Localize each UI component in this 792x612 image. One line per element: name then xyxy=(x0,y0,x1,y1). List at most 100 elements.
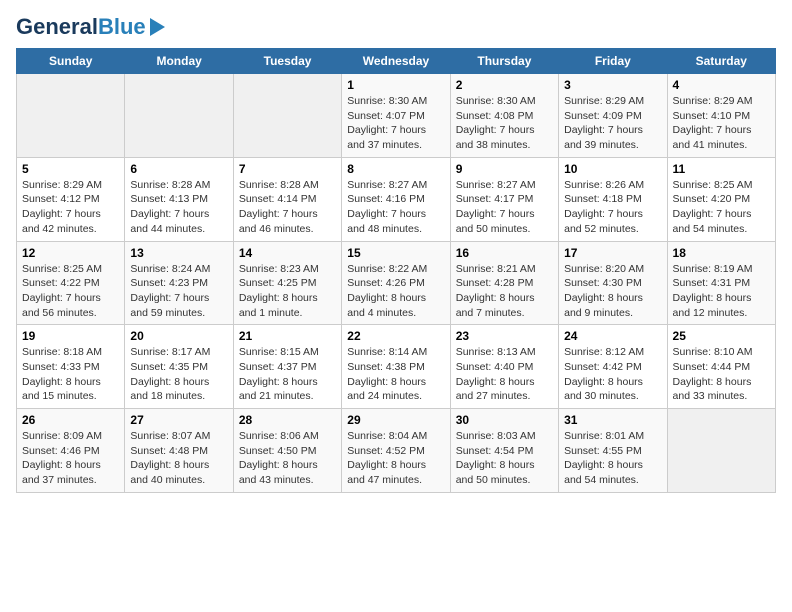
calendar-cell: 11 Sunrise: 8:25 AM Sunset: 4:20 PM Dayli… xyxy=(667,157,775,241)
day-info: Sunrise: 8:29 AM Sunset: 4:09 PM Dayligh… xyxy=(564,94,661,153)
day-number: 30 xyxy=(456,413,553,427)
day-info: Sunrise: 8:21 AM Sunset: 4:28 PM Dayligh… xyxy=(456,262,553,321)
day-info: Sunrise: 8:17 AM Sunset: 4:35 PM Dayligh… xyxy=(130,345,227,404)
day-number: 19 xyxy=(22,329,119,343)
calendar-cell xyxy=(17,74,125,158)
day-number: 21 xyxy=(239,329,336,343)
day-number: 29 xyxy=(347,413,444,427)
logo-arrow-icon xyxy=(150,18,165,36)
day-number: 12 xyxy=(22,246,119,260)
calendar-cell xyxy=(667,409,775,493)
logo: GeneralBlue xyxy=(16,16,165,38)
day-info: Sunrise: 8:28 AM Sunset: 4:14 PM Dayligh… xyxy=(239,178,336,237)
calendar-cell: 20 Sunrise: 8:17 AM Sunset: 4:35 PM Dayli… xyxy=(125,325,233,409)
day-info: Sunrise: 8:04 AM Sunset: 4:52 PM Dayligh… xyxy=(347,429,444,488)
day-info: Sunrise: 8:29 AM Sunset: 4:10 PM Dayligh… xyxy=(673,94,770,153)
day-info: Sunrise: 8:13 AM Sunset: 4:40 PM Dayligh… xyxy=(456,345,553,404)
calendar-cell: 13 Sunrise: 8:24 AM Sunset: 4:23 PM Dayli… xyxy=(125,241,233,325)
day-info: Sunrise: 8:06 AM Sunset: 4:50 PM Dayligh… xyxy=(239,429,336,488)
day-number: 20 xyxy=(130,329,227,343)
day-number: 8 xyxy=(347,162,444,176)
day-header-saturday: Saturday xyxy=(667,49,775,74)
day-number: 23 xyxy=(456,329,553,343)
day-number: 4 xyxy=(673,78,770,92)
day-header-wednesday: Wednesday xyxy=(342,49,450,74)
calendar-cell: 28 Sunrise: 8:06 AM Sunset: 4:50 PM Dayli… xyxy=(233,409,341,493)
day-info: Sunrise: 8:10 AM Sunset: 4:44 PM Dayligh… xyxy=(673,345,770,404)
calendar-cell: 9Sunrise: 8:27 AM Sunset: 4:17 PM Daylig… xyxy=(450,157,558,241)
day-number: 5 xyxy=(22,162,119,176)
day-info: Sunrise: 8:26 AM Sunset: 4:18 PM Dayligh… xyxy=(564,178,661,237)
day-number: 2 xyxy=(456,78,553,92)
calendar-week-row: 26 Sunrise: 8:09 AM Sunset: 4:46 PM Dayli… xyxy=(17,409,776,493)
day-number: 24 xyxy=(564,329,661,343)
calendar-cell: 4 Sunrise: 8:29 AM Sunset: 4:10 PM Daylig… xyxy=(667,74,775,158)
calendar-cell: 5 Sunrise: 8:29 AM Sunset: 4:12 PM Daylig… xyxy=(17,157,125,241)
day-info: Sunrise: 8:15 AM Sunset: 4:37 PM Dayligh… xyxy=(239,345,336,404)
calendar-cell xyxy=(233,74,341,158)
day-info: Sunrise: 8:12 AM Sunset: 4:42 PM Dayligh… xyxy=(564,345,661,404)
calendar-cell: 7Sunrise: 8:28 AM Sunset: 4:14 PM Daylig… xyxy=(233,157,341,241)
day-number: 18 xyxy=(673,246,770,260)
calendar-week-row: 1 Sunrise: 8:30 AM Sunset: 4:07 PM Daylig… xyxy=(17,74,776,158)
calendar-week-row: 12Sunrise: 8:25 AM Sunset: 4:22 PM Dayli… xyxy=(17,241,776,325)
calendar-cell: 29 Sunrise: 8:04 AM Sunset: 4:52 PM Dayli… xyxy=(342,409,450,493)
day-number: 17 xyxy=(564,246,661,260)
day-info: Sunrise: 8:03 AM Sunset: 4:54 PM Dayligh… xyxy=(456,429,553,488)
day-header-thursday: Thursday xyxy=(450,49,558,74)
day-number: 11 xyxy=(673,162,770,176)
day-number: 10 xyxy=(564,162,661,176)
calendar-cell: 18 Sunrise: 8:19 AM Sunset: 4:31 PM Dayli… xyxy=(667,241,775,325)
day-header-tuesday: Tuesday xyxy=(233,49,341,74)
calendar-cell: 19Sunrise: 8:18 AM Sunset: 4:33 PM Dayli… xyxy=(17,325,125,409)
day-number: 15 xyxy=(347,246,444,260)
calendar-cell: 25 Sunrise: 8:10 AM Sunset: 4:44 PM Dayli… xyxy=(667,325,775,409)
day-number: 26 xyxy=(22,413,119,427)
calendar-cell: 27Sunrise: 8:07 AM Sunset: 4:48 PM Dayli… xyxy=(125,409,233,493)
calendar-cell: 21 Sunrise: 8:15 AM Sunset: 4:37 PM Dayli… xyxy=(233,325,341,409)
day-number: 22 xyxy=(347,329,444,343)
day-info: Sunrise: 8:19 AM Sunset: 4:31 PM Dayligh… xyxy=(673,262,770,321)
calendar-week-row: 5 Sunrise: 8:29 AM Sunset: 4:12 PM Daylig… xyxy=(17,157,776,241)
day-header-sunday: Sunday xyxy=(17,49,125,74)
calendar-cell: 10 Sunrise: 8:26 AM Sunset: 4:18 PM Dayli… xyxy=(559,157,667,241)
day-number: 27 xyxy=(130,413,227,427)
day-info: Sunrise: 8:25 AM Sunset: 4:20 PM Dayligh… xyxy=(673,178,770,237)
calendar-cell: 12Sunrise: 8:25 AM Sunset: 4:22 PM Dayli… xyxy=(17,241,125,325)
day-info: Sunrise: 8:20 AM Sunset: 4:30 PM Dayligh… xyxy=(564,262,661,321)
calendar-cell: 30 Sunrise: 8:03 AM Sunset: 4:54 PM Dayli… xyxy=(450,409,558,493)
calendar-cell: 22 Sunrise: 8:14 AM Sunset: 4:38 PM Dayli… xyxy=(342,325,450,409)
day-header-friday: Friday xyxy=(559,49,667,74)
day-info: Sunrise: 8:30 AM Sunset: 4:08 PM Dayligh… xyxy=(456,94,553,153)
calendar-cell xyxy=(125,74,233,158)
calendar-table: SundayMondayTuesdayWednesdayThursdayFrid… xyxy=(16,48,776,493)
day-number: 3 xyxy=(564,78,661,92)
day-number: 1 xyxy=(347,78,444,92)
calendar-cell: 14Sunrise: 8:23 AM Sunset: 4:25 PM Dayli… xyxy=(233,241,341,325)
calendar-cell: 2 Sunrise: 8:30 AM Sunset: 4:08 PM Daylig… xyxy=(450,74,558,158)
day-number: 13 xyxy=(130,246,227,260)
day-number: 28 xyxy=(239,413,336,427)
calendar-cell: 17 Sunrise: 8:20 AM Sunset: 4:30 PM Dayli… xyxy=(559,241,667,325)
logo-text: GeneralBlue xyxy=(16,16,146,38)
page-header: GeneralBlue xyxy=(16,16,776,38)
day-info: Sunrise: 8:29 AM Sunset: 4:12 PM Dayligh… xyxy=(22,178,119,237)
calendar-cell: 6Sunrise: 8:28 AM Sunset: 4:13 PM Daylig… xyxy=(125,157,233,241)
day-info: Sunrise: 8:14 AM Sunset: 4:38 PM Dayligh… xyxy=(347,345,444,404)
day-number: 9 xyxy=(456,162,553,176)
day-number: 25 xyxy=(673,329,770,343)
calendar-cell: 15Sunrise: 8:22 AM Sunset: 4:26 PM Dayli… xyxy=(342,241,450,325)
calendar-cell: 26 Sunrise: 8:09 AM Sunset: 4:46 PM Dayli… xyxy=(17,409,125,493)
day-info: Sunrise: 8:23 AM Sunset: 4:25 PM Dayligh… xyxy=(239,262,336,321)
day-info: Sunrise: 8:09 AM Sunset: 4:46 PM Dayligh… xyxy=(22,429,119,488)
calendar-cell: 24 Sunrise: 8:12 AM Sunset: 4:42 PM Dayli… xyxy=(559,325,667,409)
calendar-cell: 8Sunrise: 8:27 AM Sunset: 4:16 PM Daylig… xyxy=(342,157,450,241)
day-info: Sunrise: 8:24 AM Sunset: 4:23 PM Dayligh… xyxy=(130,262,227,321)
day-info: Sunrise: 8:28 AM Sunset: 4:13 PM Dayligh… xyxy=(130,178,227,237)
day-number: 31 xyxy=(564,413,661,427)
calendar-cell: 31 Sunrise: 8:01 AM Sunset: 4:55 PM Dayli… xyxy=(559,409,667,493)
calendar-week-row: 19Sunrise: 8:18 AM Sunset: 4:33 PM Dayli… xyxy=(17,325,776,409)
day-info: Sunrise: 8:01 AM Sunset: 4:55 PM Dayligh… xyxy=(564,429,661,488)
day-info: Sunrise: 8:30 AM Sunset: 4:07 PM Dayligh… xyxy=(347,94,444,153)
calendar-cell: 3 Sunrise: 8:29 AM Sunset: 4:09 PM Daylig… xyxy=(559,74,667,158)
